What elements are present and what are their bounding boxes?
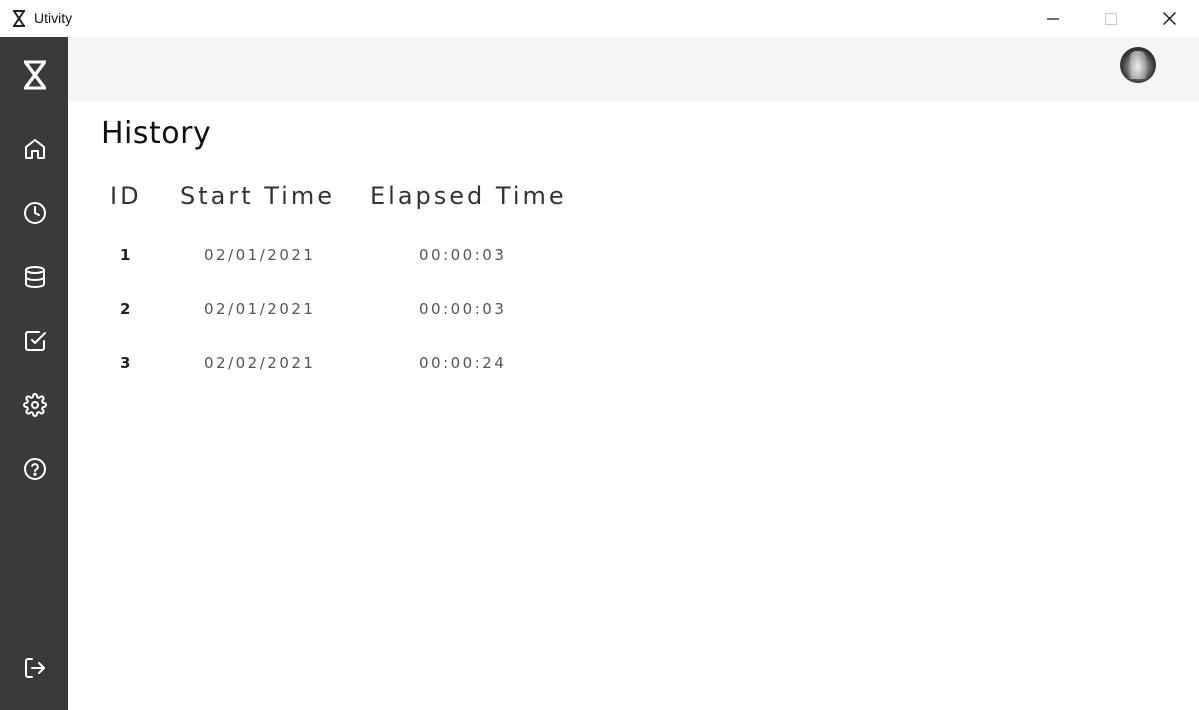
column-header-start-time: Start Time: [180, 182, 335, 210]
checkbox-icon: [25, 331, 46, 351]
row-start-time: 02/01/2021: [204, 246, 316, 264]
logout-button[interactable]: [22, 655, 48, 681]
row-id: 2: [120, 300, 131, 318]
close-button[interactable]: [1146, 0, 1192, 37]
sidebar-item-help[interactable]: [22, 456, 48, 482]
hourglass-logo-icon: [24, 60, 46, 90]
sidebar-item-home[interactable]: [22, 136, 48, 162]
minimize-icon: [1047, 17, 1059, 20]
hourglass-icon: [13, 10, 25, 27]
gear-icon: [23, 393, 47, 417]
sidebar-item-timer[interactable]: [22, 200, 48, 226]
row-id: 3: [120, 354, 131, 372]
clock-icon: [24, 202, 46, 224]
column-header-id: ID: [110, 182, 142, 210]
page-title: History: [101, 116, 212, 151]
row-id: 1: [120, 246, 131, 264]
row-start-time: 02/02/2021: [204, 354, 316, 372]
sidebar-item-history[interactable]: [22, 264, 48, 290]
home-icon: [25, 139, 45, 159]
minimize-button[interactable]: [1030, 0, 1076, 37]
sidebar-item-settings[interactable]: [22, 392, 48, 418]
row-elapsed-time: 00:00:03: [419, 300, 507, 318]
column-header-elapsed-time: Elapsed Time: [370, 182, 567, 210]
close-icon: [1162, 12, 1176, 25]
row-elapsed-time: 00:00:24: [419, 354, 507, 372]
top-header: [68, 37, 1199, 101]
sidebar: [0, 37, 68, 710]
title-bar: Utivity: [0, 0, 1199, 37]
maximize-icon: [1105, 12, 1117, 25]
window-title: Utivity: [34, 10, 73, 26]
row-start-time: 02/01/2021: [204, 300, 316, 318]
sidebar-item-tasks[interactable]: [22, 328, 48, 354]
help-icon: [24, 458, 46, 480]
maximize-button[interactable]: [1088, 0, 1134, 37]
logout-icon: [25, 658, 45, 678]
avatar[interactable]: [1120, 47, 1156, 83]
row-elapsed-time: 00:00:03: [419, 246, 507, 264]
database-icon: [25, 266, 45, 289]
